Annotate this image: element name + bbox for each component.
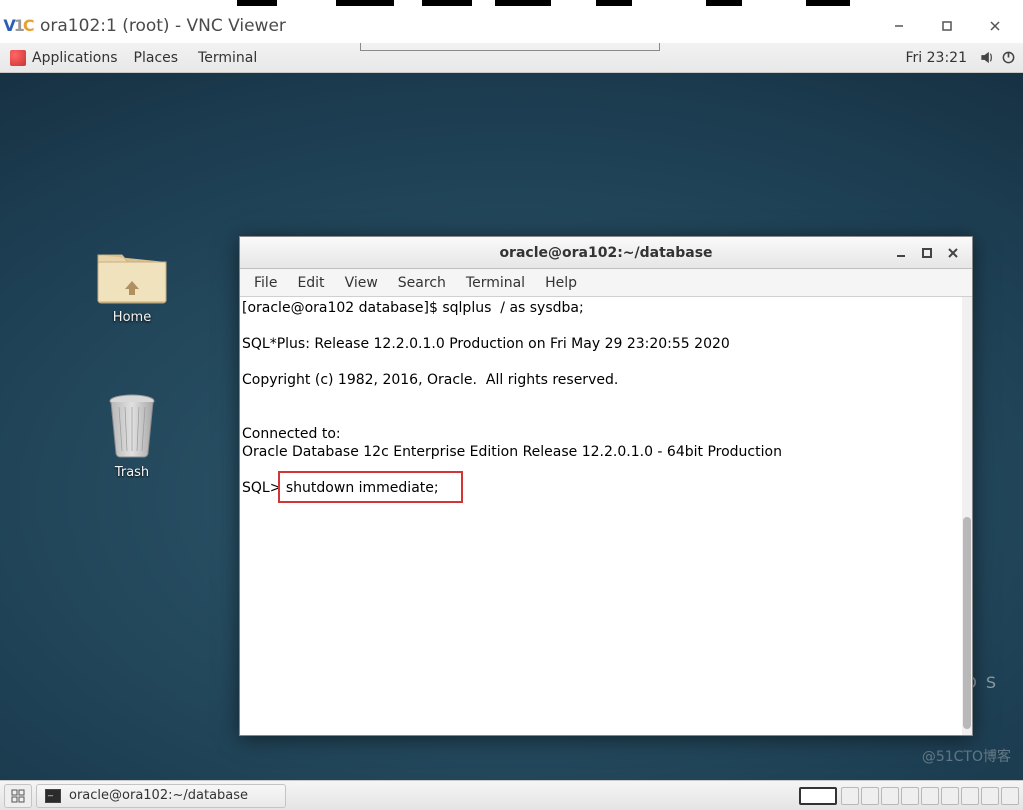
terminal-window: oracle@ora102:~/database File Edit View …	[239, 236, 973, 736]
menu-search[interactable]: Search	[388, 272, 456, 294]
artifact-outline	[360, 43, 660, 51]
volume-icon[interactable]	[975, 50, 997, 65]
folder-icon	[92, 241, 172, 306]
power-icon[interactable]	[997, 50, 1019, 65]
terminal-title: oracle@ora102:~/database	[240, 245, 972, 261]
tray-icon[interactable]	[841, 787, 859, 805]
tray-icon[interactable]	[961, 787, 979, 805]
tray-icon[interactable]	[861, 787, 879, 805]
menu-view[interactable]: View	[335, 272, 388, 294]
term-line: SQL*Plus: Release 12.2.0.1.0 Production …	[242, 336, 730, 352]
input-indicator[interactable]	[799, 787, 837, 805]
tray-icon[interactable]	[981, 787, 999, 805]
home-label: Home	[82, 310, 182, 325]
tray-icon[interactable]	[921, 787, 939, 805]
trash-desktop-icon[interactable]: Trash	[82, 391, 182, 480]
terminal-maximize-button[interactable]	[920, 246, 934, 260]
terminal-minimize-button[interactable]	[894, 246, 908, 260]
tray-icon[interactable]	[941, 787, 959, 805]
menu-edit[interactable]: Edit	[287, 272, 334, 294]
tray-icon[interactable]	[901, 787, 919, 805]
terminal-scrollbar[interactable]	[962, 297, 972, 735]
term-line: Connected to:	[242, 426, 341, 442]
terminal-output[interactable]: [oracle@ora102 database]$ sqlplus / as s…	[240, 297, 972, 735]
taskbar-task-label: oracle@ora102:~/database	[69, 788, 248, 803]
system-tray	[841, 787, 1019, 805]
term-line: Copyright (c) 1982, 2016, Oracle. All ri…	[242, 372, 618, 388]
vnc-window-controls	[875, 11, 1019, 41]
terminal-titlebar[interactable]: oracle@ora102:~/database	[240, 237, 972, 269]
tray-icon[interactable]	[881, 787, 899, 805]
command-highlight-box	[278, 471, 463, 503]
home-desktop-icon[interactable]: Home	[82, 241, 182, 325]
gnome-taskbar: oracle@ora102:~/database	[0, 780, 1023, 810]
term-line: [oracle@ora102 database]$ sqlplus / as s…	[242, 300, 584, 316]
trash-icon	[103, 391, 161, 461]
terminal-menu[interactable]: Terminal	[188, 48, 267, 68]
menu-file[interactable]: File	[244, 272, 287, 294]
term-line: Oracle Database 12c Enterprise Edition R…	[242, 444, 782, 460]
cropped-artifact-strip	[0, 0, 1023, 8]
desktop-background[interactable]: Home Trash CENTOS @51CTO博客 oracle@ora102…	[0, 73, 1023, 780]
applications-label: Applications	[32, 50, 118, 66]
blog-watermark: @51CTO博客	[922, 746, 1011, 766]
scrollbar-thumb[interactable]	[963, 517, 971, 729]
applications-icon	[10, 50, 26, 66]
maximize-button[interactable]	[923, 11, 971, 41]
terminal-close-button[interactable]	[946, 246, 960, 260]
clock[interactable]: Fri 23:21	[898, 48, 975, 68]
menu-help[interactable]: Help	[535, 272, 587, 294]
vnc-titlebar: V1C ora102:1 (root) - VNC Viewer	[0, 8, 1023, 43]
vnc-window-title: ora102:1 (root) - VNC Viewer	[40, 16, 286, 36]
show-desktop-button[interactable]	[4, 784, 32, 808]
vnc-logo-icon: V1C	[4, 12, 32, 40]
trash-label: Trash	[82, 465, 182, 480]
applications-menu[interactable]: Applications	[4, 48, 124, 68]
menu-terminal[interactable]: Terminal	[456, 272, 535, 294]
minimize-button[interactable]	[875, 11, 923, 41]
taskbar-terminal-entry[interactable]: oracle@ora102:~/database	[36, 784, 286, 808]
terminal-menubar: File Edit View Search Terminal Help	[240, 269, 972, 297]
tray-icon[interactable]	[1001, 787, 1019, 805]
terminal-task-icon	[45, 789, 61, 803]
close-button[interactable]	[971, 11, 1019, 41]
places-menu[interactable]: Places	[124, 48, 189, 68]
